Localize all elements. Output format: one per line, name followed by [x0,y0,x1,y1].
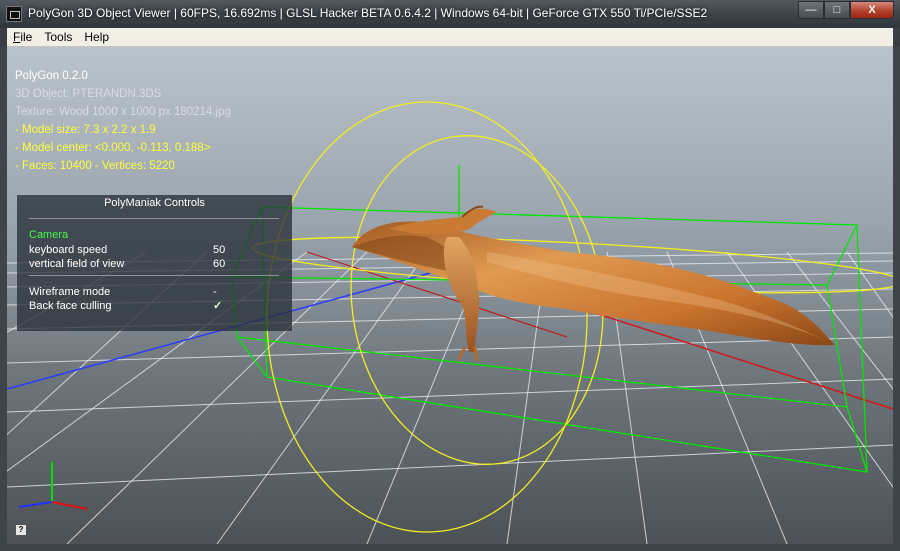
window-title: PolyGon 3D Object Viewer | 60FPS, 16.692… [28,6,708,20]
wireframe-mode-label: Wireframe mode [29,286,111,298]
controls-panel-title: PolyManiak Controls [104,197,205,209]
title-bar[interactable]: PolyGon 3D Object Viewer | 60FPS, 16.692… [0,0,900,28]
menu-bar: File Tools Help [7,28,893,47]
fov-value[interactable]: 60 [213,257,225,271]
app-version: PolyGon 0.2.0 [15,70,88,82]
backface-culling-toggle[interactable]: ✓ [213,299,222,313]
object-name: 3D Object: PTERANDN.3DS [15,88,162,100]
help-button[interactable]: ? [16,525,26,535]
info-overlay: PolyGon 0.2.0 3D Object: PTERANDN.3DS Te… [15,67,231,175]
maximize-button[interactable]: □ [824,1,850,19]
menu-file-label: ile [20,30,33,44]
wireframe-mode-toggle[interactable]: - [213,285,217,299]
keyboard-speed-value[interactable]: 50 [213,243,225,257]
app-icon[interactable] [6,6,22,22]
menu-file[interactable]: File [7,28,38,46]
menu-tools[interactable]: Tools [38,28,78,46]
window-frame-left [0,47,7,551]
window-controls: — □ X [798,1,894,19]
keyboard-speed-label: keyboard speed [29,244,108,256]
menu-help[interactable]: Help [78,28,115,46]
menu-tools-label: Tools [44,30,73,44]
menu-help-label: Help [84,30,110,44]
camera-section-label: Camera [29,229,69,241]
model-center: - Model center: <0.000, -0.113, 0.188> [15,142,211,154]
backface-culling-label: Back face culling [29,300,112,312]
window-frame-right [893,47,900,551]
panel-divider [29,218,279,219]
window-frame-bottom [0,544,900,551]
panel-divider [29,275,279,276]
model-size: - Model size: 7.3 x 2.2 x 1.9 [15,124,156,136]
fov-label: vertical field of view [29,258,125,270]
3d-viewport[interactable]: PolyGon 0.2.0 3D Object: PTERANDN.3DS Te… [7,47,893,544]
app-window: PolyGon 3D Object Viewer | 60FPS, 16.692… [0,0,900,551]
faces-vertices: - Faces: 10400 - Vertices: 5220 [15,160,175,172]
controls-panel[interactable]: PolyManiak Controls Camera keyboard spee… [17,195,292,331]
minimize-button[interactable]: — [798,1,824,19]
texture-name: Texture: Wood 1000 x 1000 px 180214.jpg [15,106,231,118]
close-button[interactable]: X [850,1,894,19]
